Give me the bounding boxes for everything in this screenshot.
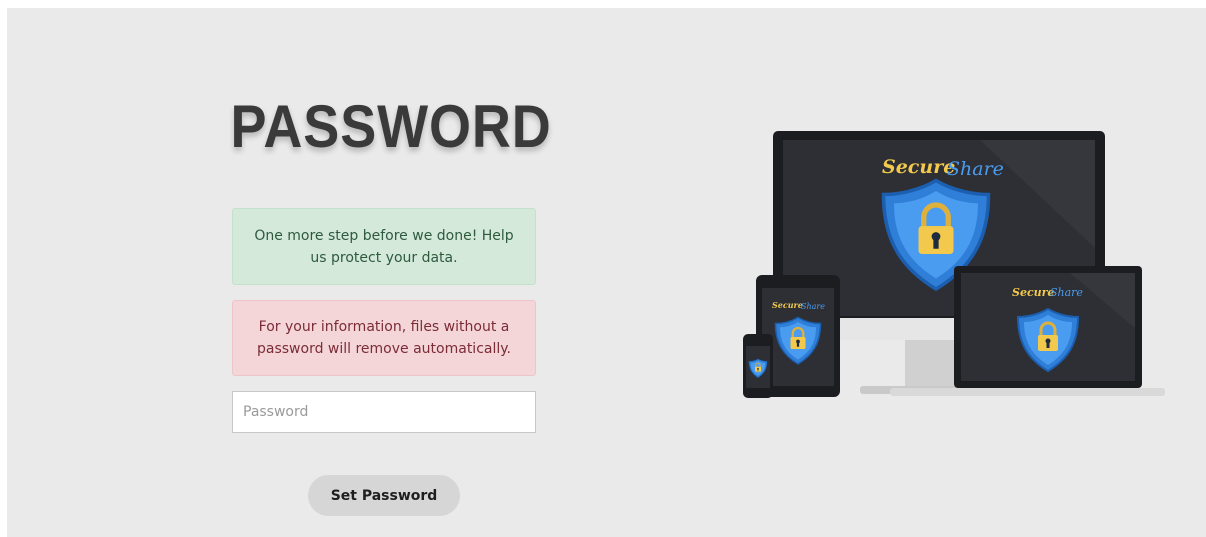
laptop-brand-text-2: Share [1050,286,1083,299]
page-title: PASSWORD [230,93,552,160]
tablet-brand-text: Secure [772,300,803,310]
devices-illustration: Secure Share Secure Share Secure Share [743,131,1165,398]
tablet-brand-text-2: Share [801,302,825,311]
monitor-brand-text: Secure [882,156,955,178]
success-alert: One more step before we done! Help us pr… [232,208,536,285]
success-alert-text: One more step before we done! Help us pr… [254,227,514,266]
monitor-brand-text-2: Share [947,158,1004,180]
phone-device [743,334,773,398]
set-password-button[interactable]: Set Password [308,475,460,516]
danger-alert-text: For your information, files without a pa… [257,319,511,357]
password-input[interactable] [232,391,536,433]
danger-alert: For your information, files without a pa… [232,300,536,376]
laptop-brand-text: Secure [1012,286,1054,299]
